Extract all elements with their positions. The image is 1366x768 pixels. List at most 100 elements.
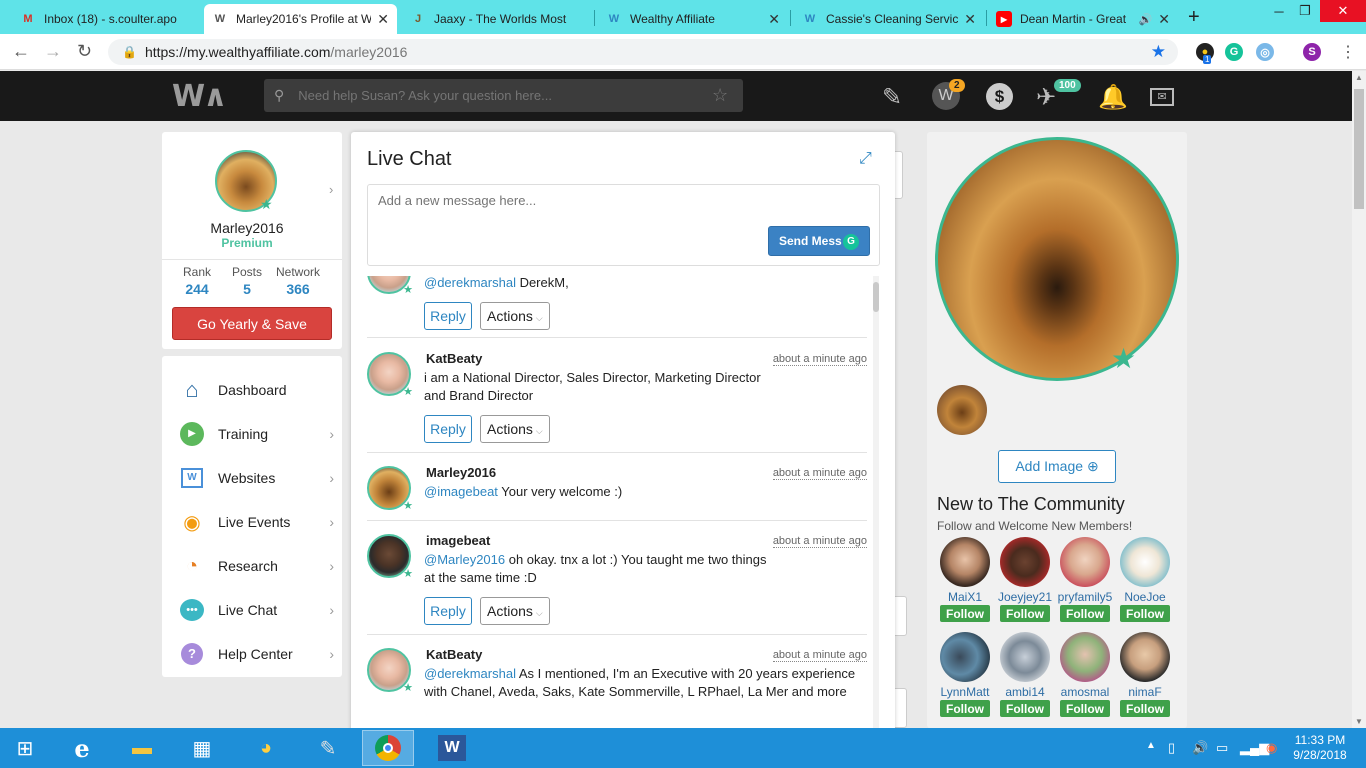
grammarly-icon[interactable]: G (1225, 43, 1243, 61)
profile-avatar[interactable]: S (1303, 43, 1321, 61)
search-input[interactable] (298, 88, 699, 103)
wa-logo[interactable]: W∧ (172, 79, 227, 114)
tab-gmail[interactable]: M Inbox (18) - s.coulter.apo (12, 4, 202, 34)
scroll-thumb[interactable] (873, 282, 879, 312)
follow-button[interactable]: Follow (1000, 700, 1050, 717)
sidebar-item-websites[interactable]: W Websites › (162, 456, 342, 500)
expand-icon[interactable]: ⤢ (859, 150, 872, 168)
avatar[interactable] (940, 537, 990, 587)
mail-icon[interactable]: ✉ (1150, 88, 1174, 106)
member-name[interactable]: ambi14 (995, 685, 1055, 699)
member-name[interactable]: Joeyjey21 (995, 590, 1055, 604)
avatar[interactable] (1000, 632, 1050, 682)
message-username[interactable]: KatBeaty (426, 647, 482, 662)
dollar-icon[interactable]: $ (986, 83, 1013, 110)
avatar[interactable] (1120, 537, 1170, 587)
sidebar-item-live-chat[interactable]: ••• Live Chat › (162, 588, 342, 632)
member-name[interactable]: NoeJoe (1115, 590, 1175, 604)
avatar[interactable] (1060, 632, 1110, 682)
mention-link[interactable]: @imagebeat (424, 484, 498, 499)
tab-wealthy-affiliate[interactable]: W Wealthy Affiliate ✕ (598, 4, 788, 34)
close-tab-icon[interactable]: ✕ (768, 11, 780, 28)
mention-link[interactable]: @derekmarshal (424, 666, 516, 681)
internet-explorer-icon[interactable]: e (56, 730, 108, 766)
reply-button[interactable]: Reply (424, 597, 472, 625)
go-yearly-button[interactable]: Go Yearly & Save (172, 307, 332, 340)
avatar[interactable] (1060, 537, 1110, 587)
scroll-up-icon[interactable]: ▲ (1355, 73, 1363, 82)
system-clock[interactable]: 11:33 PM 9/28/2018 (1292, 733, 1348, 763)
site-search[interactable]: ⚲ ☆ (264, 79, 743, 112)
maximize-button[interactable]: ❐ (1290, 0, 1320, 22)
profile-photo[interactable] (935, 137, 1179, 381)
member-name[interactable]: pryfamily5 (1055, 590, 1115, 604)
tab-cassies-cleaning[interactable]: W Cassie's Cleaning Service ✕ (794, 4, 984, 34)
network-icon[interactable]: ▭ (1216, 740, 1228, 756)
photo-thumbnail[interactable] (937, 385, 987, 435)
avatar[interactable]: ★ (367, 648, 413, 694)
actions-dropdown[interactable]: Actions ⌵ (480, 415, 550, 443)
sidebar-item-training[interactable]: ▶ Training › (162, 412, 342, 456)
app-icon[interactable]: ✎ (302, 730, 354, 766)
follow-button[interactable]: Follow (1120, 605, 1170, 622)
word-icon[interactable]: W (426, 730, 478, 766)
sidebar-item-dashboard[interactable]: ⌂ Dashboard (162, 368, 342, 412)
message-input[interactable] (378, 193, 858, 208)
alert-icon[interactable]: ◉ (1266, 740, 1277, 756)
pencil-icon[interactable]: ✎ (882, 83, 902, 112)
window-close-button[interactable]: ✕ (1320, 0, 1366, 22)
reload-button[interactable]: ↻ (77, 41, 92, 62)
message-username[interactable]: KatBeaty (426, 351, 482, 366)
mention-link[interactable]: @Marley2016 (424, 552, 505, 567)
forward-button[interactable]: → (44, 41, 62, 62)
stat-rank[interactable]: Rank 244 (179, 265, 215, 297)
member-name[interactable]: nimaF (1115, 685, 1175, 699)
close-tab-icon[interactable]: ✕ (964, 11, 976, 28)
actions-dropdown[interactable]: Actions ⌵ (480, 597, 550, 625)
username[interactable]: Marley2016 (162, 220, 332, 236)
follow-button[interactable]: Follow (1120, 700, 1170, 717)
chat-scrollbar[interactable] (873, 276, 879, 732)
scroll-down-icon[interactable]: ▼ (1355, 717, 1363, 726)
reply-button[interactable]: Reply (424, 302, 472, 330)
member-name[interactable]: amosmal (1055, 685, 1115, 699)
signal-icon[interactable]: ▂▄▆ (1240, 740, 1269, 756)
reply-button[interactable]: Reply (424, 415, 472, 443)
store-icon[interactable]: ▦ (176, 730, 228, 766)
follow-button[interactable]: Follow (1060, 700, 1110, 717)
avatar[interactable]: ★ (367, 352, 413, 398)
member-name[interactable]: MaiX1 (935, 590, 995, 604)
avatar[interactable]: ★ (367, 466, 413, 512)
follow-button[interactable]: Follow (940, 605, 990, 622)
star-icon[interactable]: ☆ (712, 85, 728, 106)
airplane-icon[interactable]: ✈ (1036, 83, 1056, 112)
paint-icon[interactable]: ◕ (240, 730, 292, 766)
avatar[interactable] (1000, 537, 1050, 587)
menu-icon[interactable]: ⋮ (1340, 42, 1356, 62)
message-username[interactable]: imagebeat (426, 533, 490, 548)
add-image-button[interactable]: Add Image ⊕ (998, 450, 1116, 483)
follow-button[interactable]: Follow (940, 700, 990, 717)
url-field[interactable]: 🔒 https://my.wealthyaffiliate.com/marley… (108, 39, 1178, 65)
avatar[interactable] (1120, 632, 1170, 682)
avatar[interactable]: ★ (367, 534, 413, 580)
sidebar-item-help-center[interactable]: ? Help Center › (162, 632, 342, 676)
avatar[interactable] (940, 632, 990, 682)
send-message-button[interactable]: Send Mess G (768, 226, 870, 256)
sidebar-item-research[interactable]: ◔ Research › (162, 544, 342, 588)
follow-button[interactable]: Follow (1000, 605, 1050, 622)
new-tab-button[interactable]: + (1188, 6, 1200, 29)
bell-icon[interactable]: 🔔 (1098, 83, 1128, 112)
message-username[interactable]: Marley2016 (426, 465, 496, 480)
avatar[interactable]: ★ (367, 276, 413, 296)
sidebar-item-live-events[interactable]: ◉ Live Events › (162, 500, 342, 544)
mention-link[interactable]: @derekmarshal (424, 276, 516, 290)
windows-start-icon[interactable]: ⊞ (0, 730, 50, 766)
extension-icon[interactable]: ◎ (1256, 43, 1274, 61)
close-tab-icon[interactable]: ✕ (377, 11, 389, 28)
audio-icon[interactable]: 🔊 (1139, 13, 1153, 26)
tab-youtube[interactable]: ▶ Dean Martin - Great 🔊 ✕ (988, 4, 1178, 34)
device-icon[interactable]: ▯ (1168, 740, 1175, 756)
page-scrollbar[interactable]: ▲ ▼ (1352, 71, 1366, 728)
stat-posts[interactable]: Posts 5 (228, 265, 266, 297)
